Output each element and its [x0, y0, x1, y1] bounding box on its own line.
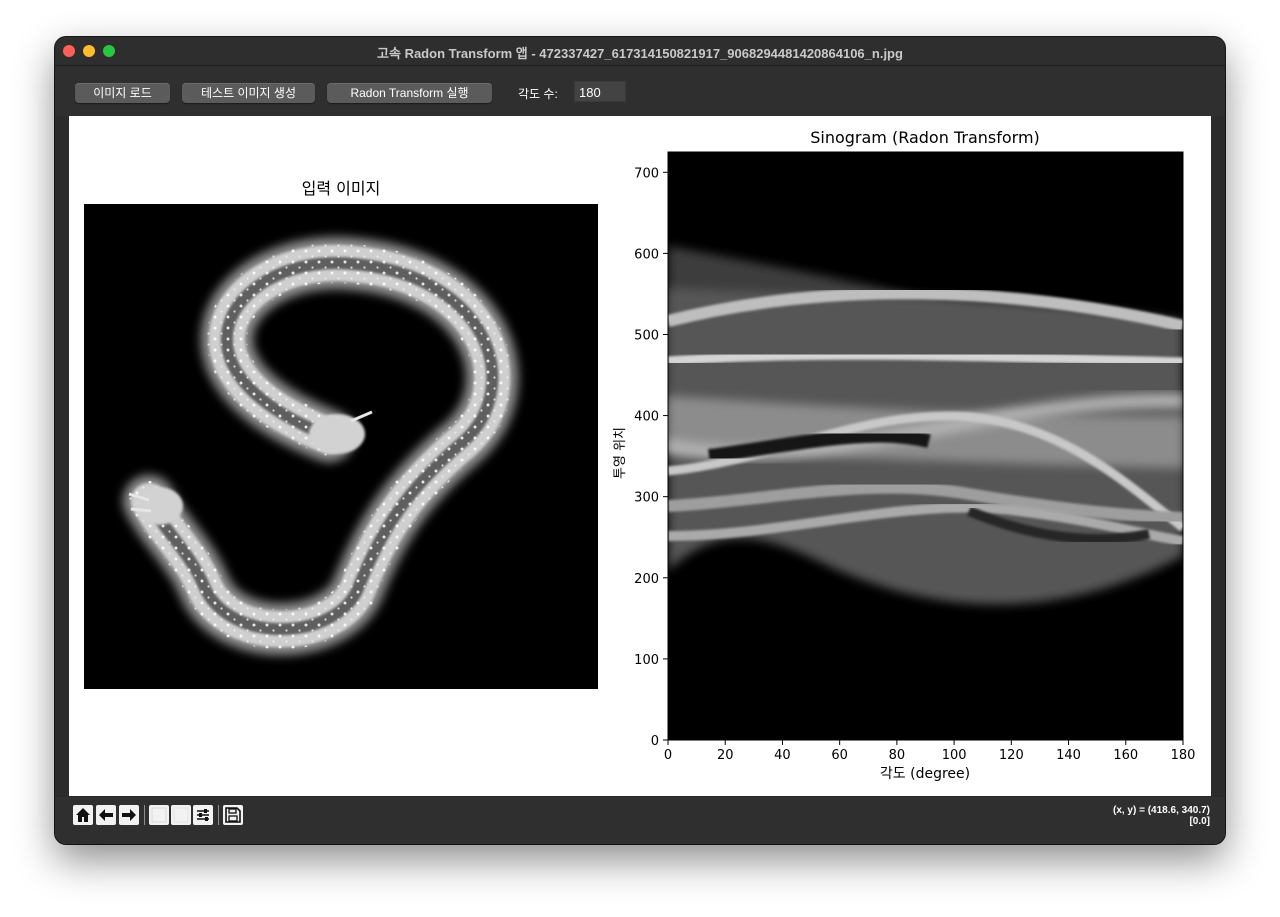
x-tick-label: 120	[999, 748, 1024, 763]
y-tick-label: 100	[634, 653, 659, 668]
zoom-icon	[173, 807, 189, 823]
y-tick-label: 200	[634, 572, 659, 587]
x-tick-label: 0	[664, 748, 672, 763]
sinogram-x-axis: 0 20 40 60 80 100 120 140 160 180	[664, 740, 1196, 763]
forward-arrow-icon	[122, 809, 136, 821]
configure-subplots-icon	[197, 809, 209, 821]
cursor-value: [0.0]	[1189, 816, 1210, 827]
sinogram-plot	[667, 151, 1184, 741]
nav-separator	[144, 805, 145, 825]
home-button[interactable]	[73, 805, 93, 825]
y-tick-label: 400	[634, 410, 659, 425]
configure-subplots-button[interactable]	[193, 805, 213, 825]
run-radon-button[interactable]: Radon Transform 실행	[327, 83, 492, 103]
y-tick-label: 500	[634, 328, 659, 343]
angle-count-input[interactable]: 180	[574, 81, 626, 102]
x-tick-label: 20	[717, 748, 734, 763]
y-tick-label: 600	[634, 247, 659, 262]
sinogram-y-axis: 0 100 200 300 400 500 600 700	[634, 166, 668, 749]
nav-separator	[218, 805, 219, 825]
navigation-toolbar: (x, y) = (418.6, 340.7) [0.0]	[55, 797, 1225, 844]
sinogram-ylabel: 투영 위치	[613, 427, 628, 479]
app-window: 고속 Radon Transform 앱 - 472337427_6173141…	[55, 37, 1225, 844]
cursor-readout: (x, y) = (418.6, 340.7) [0.0]	[1113, 805, 1210, 827]
x-tick-label: 180	[1171, 748, 1196, 763]
back-button[interactable]	[96, 805, 116, 825]
input-image-title: 입력 이미지	[302, 179, 381, 198]
toolbar: 이미지 로드 테스트 이미지 생성 Radon Transform 실행 각도 …	[55, 66, 1225, 116]
figure-canvas[interactable]: 입력 이미지 Sinogram (Radon Transform) 0 20 4…	[69, 116, 1211, 796]
sinogram-title: Sinogram (Radon Transform)	[810, 128, 1040, 147]
home-icon	[76, 808, 90, 822]
x-tick-label: 60	[831, 748, 848, 763]
x-tick-label: 40	[774, 748, 791, 763]
cursor-coords: (x, y) = (418.6, 340.7)	[1112, 805, 1210, 816]
x-tick-label: 100	[942, 748, 967, 763]
back-arrow-icon	[99, 809, 113, 821]
title-bar: 고속 Radon Transform 앱 - 472337427_6173141…	[55, 37, 1225, 66]
pan-button[interactable]	[149, 805, 169, 825]
y-tick-label: 0	[651, 734, 659, 749]
angle-count-label: 각도 수:	[518, 87, 558, 101]
figure-svg: 입력 이미지 Sinogram (Radon Transform) 0 20 4…	[84, 128, 1196, 782]
window-title: 고속 Radon Transform 앱 - 472337427_6173141…	[377, 46, 903, 61]
sinogram-xlabel: 각도 (degree)	[880, 766, 970, 782]
generate-test-image-button[interactable]: 테스트 이미지 생성	[182, 83, 315, 103]
zoom-button[interactable]	[171, 805, 191, 825]
x-tick-label: 140	[1056, 748, 1081, 763]
x-tick-label: 80	[889, 748, 906, 763]
save-figure-button[interactable]	[223, 805, 243, 825]
save-icon	[225, 807, 241, 823]
y-tick-label: 700	[634, 166, 659, 181]
pan-icon	[151, 807, 167, 823]
forward-button[interactable]	[119, 805, 139, 825]
load-image-button[interactable]: 이미지 로드	[75, 83, 170, 103]
y-tick-label: 300	[634, 491, 659, 506]
x-tick-label: 160	[1113, 748, 1138, 763]
